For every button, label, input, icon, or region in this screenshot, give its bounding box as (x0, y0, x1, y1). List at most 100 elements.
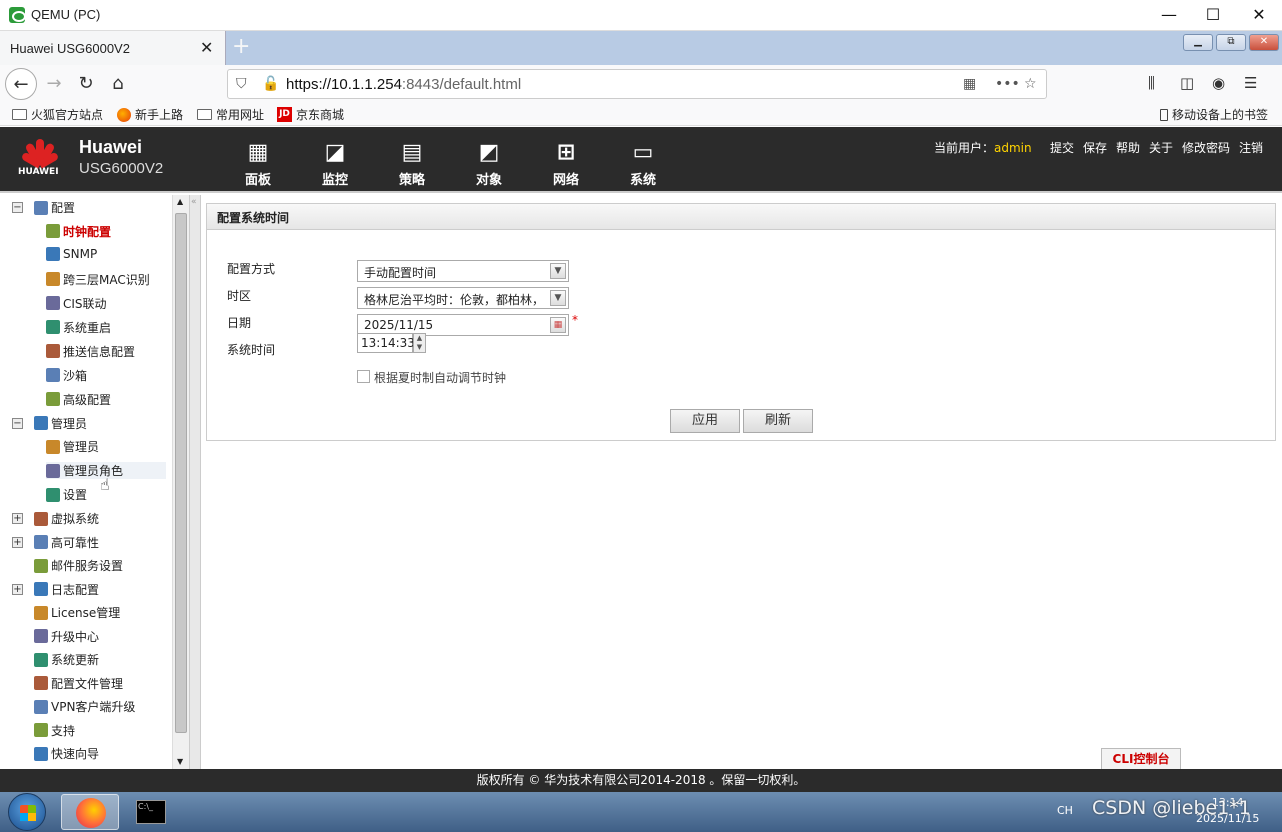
bookmark-jd[interactable]: JD 京东商城 (277, 106, 344, 123)
sidebar-item[interactable]: 快速向导 (12, 745, 99, 762)
inner-minimize-button[interactable]: ▁ (1183, 34, 1213, 51)
ime-indicator[interactable]: CH (1057, 804, 1073, 817)
scrollbar-thumb[interactable] (175, 213, 187, 733)
folder-icon (12, 109, 27, 120)
sidebar-scrollbar[interactable]: ▲ ▼ (172, 195, 189, 769)
panel-title: 配置系统时间 (207, 204, 1275, 230)
about-link[interactable]: 关于 (1149, 139, 1173, 156)
chevron-down-icon[interactable]: ▼ (550, 290, 566, 306)
menu-system[interactable]: ▭ 系统 (618, 141, 668, 189)
scroll-down-icon[interactable]: ▼ (177, 757, 183, 766)
reload-button[interactable]: ↻ (70, 68, 102, 100)
time-spinner[interactable]: ▲ ▼ (413, 333, 426, 353)
shield-icon[interactable]: ⛉ (236, 76, 247, 92)
sidebar-item[interactable]: SNMP (46, 246, 97, 261)
back-button[interactable]: ← (5, 68, 37, 100)
menu-object[interactable]: ◩ 对象 (464, 141, 514, 189)
chevron-down-icon[interactable]: ▼ (550, 263, 566, 279)
sidebar-item[interactable]: VPN客户端升级 (12, 698, 135, 715)
sidebar-item-label: 快速向导 (51, 747, 100, 761)
cli-console-button[interactable]: CLI控制台 (1101, 748, 1181, 769)
logout-link[interactable]: 注销 (1239, 139, 1263, 156)
account-icon[interactable]: ◉ (1212, 74, 1225, 92)
menu-network[interactable]: ⊞ 网络 (541, 141, 591, 189)
system-time-input[interactable]: 13:14:33 (357, 333, 415, 353)
bookmark-common-sites[interactable]: 常用网址 (197, 106, 264, 123)
expand-icon[interactable]: + (12, 536, 23, 548)
menu-policy[interactable]: ▤ 策略 (387, 141, 437, 189)
url-bar[interactable]: ⛉ 🔓 https://10.1.1.254:8443/default.html… (227, 69, 1047, 99)
sidebar-item[interactable]: 跨三层MAC识别 (46, 271, 150, 288)
sidebar-item[interactable]: + 高可靠性 (12, 534, 99, 551)
scroll-up-icon[interactable]: ▲ (177, 197, 183, 206)
taskbar-cmd[interactable]: C:\_ (124, 794, 182, 830)
forward-button[interactable]: → (38, 68, 70, 100)
sidebar-item[interactable]: 配置文件管理 (12, 675, 123, 692)
taskbar-firefox[interactable] (61, 794, 119, 830)
sidebar-item[interactable]: − 配置 (12, 199, 75, 216)
folder-icon (197, 109, 212, 120)
url-text[interactable]: https://10.1.1.254:8443/default.html (286, 76, 521, 93)
tree-node-icon (34, 629, 48, 643)
expand-icon[interactable]: + (12, 513, 23, 524)
qemu-app-icon (9, 7, 26, 23)
menu-monitor[interactable]: ◪ 监控 (310, 141, 360, 189)
bookmark-star-icon[interactable]: ☆ (1024, 76, 1037, 92)
mobile-bookmarks[interactable]: 移动设备上的书签 (1160, 106, 1268, 123)
tree-node-icon (46, 224, 60, 238)
help-link[interactable]: 帮助 (1116, 139, 1140, 156)
bookmark-firefox-site[interactable]: 火狐官方站点 (12, 106, 103, 123)
sidebar-splitter[interactable]: « (190, 195, 201, 769)
collapse-icon[interactable]: − (12, 417, 23, 429)
tab-huawei[interactable]: Huawei USG6000V2 ✕ (0, 31, 226, 65)
sidebar-item[interactable]: 系统重启 (46, 319, 111, 336)
tree-node-icon (46, 296, 60, 310)
sidebar-item[interactable]: 升级中心 (12, 628, 99, 645)
sidebar-item[interactable]: − 管理员 (12, 415, 87, 432)
sidebar-item[interactable]: 时钟配置 (46, 223, 111, 240)
sidebar-item[interactable]: + 日志配置 (12, 581, 99, 598)
apply-button[interactable]: 应用 (670, 409, 740, 433)
sidebar-icon[interactable]: ◫ (1180, 74, 1194, 92)
maximize-button[interactable]: ☐ (1190, 0, 1236, 31)
dst-checkbox[interactable] (357, 370, 370, 383)
menu-dashboard[interactable]: ▦ 面板 (233, 141, 283, 189)
sidebar-item[interactable]: CIS联动 (46, 295, 107, 312)
timezone-select[interactable]: 格林尼治平均时：伦敦，都柏林， ▼ (357, 287, 569, 309)
sidebar-item-label: 管理员 (51, 416, 88, 431)
new-tab-button[interactable]: + (232, 34, 250, 59)
sidebar-item[interactable]: 管理员 (46, 438, 99, 455)
menu-icon[interactable]: ☰ (1244, 74, 1257, 92)
tab-close-icon[interactable]: ✕ (200, 38, 213, 57)
inner-restore-button[interactable]: ⧉ (1216, 34, 1246, 51)
qr-code-icon[interactable]: ▦ (963, 76, 976, 92)
bookmark-getting-started[interactable]: 新手上路 (117, 106, 183, 123)
save-link[interactable]: 保存 (1083, 139, 1107, 156)
sidebar-item[interactable]: 推送信息配置 (46, 343, 135, 360)
sidebar-item[interactable]: 沙箱 (46, 367, 87, 384)
collapse-icon[interactable]: − (12, 202, 23, 213)
start-button[interactable] (8, 793, 46, 831)
minimize-button[interactable]: — (1146, 0, 1192, 31)
inner-close-button[interactable]: ✕ (1249, 34, 1279, 51)
sidebar-item[interactable]: 支持 (12, 722, 75, 739)
expand-icon[interactable]: + (12, 583, 23, 595)
sidebar-item[interactable]: 高级配置 (46, 391, 111, 408)
sidebar-item[interactable]: 设置 (46, 486, 87, 503)
mode-select[interactable]: 手动配置时间 ▼ (357, 260, 569, 282)
insecure-lock-icon[interactable]: 🔓 (262, 76, 279, 92)
collapse-sidebar-icon[interactable]: « (191, 197, 197, 207)
sidebar-item[interactable]: + 虚拟系统 (12, 510, 99, 527)
home-button[interactable]: ⌂ (102, 68, 134, 100)
library-icon[interactable]: ⫼ (1148, 74, 1155, 92)
page-actions-icon[interactable]: ••• (995, 76, 1020, 92)
refresh-button[interactable]: 刷新 (743, 409, 813, 433)
calendar-icon[interactable]: ▦ (550, 317, 566, 333)
close-button[interactable]: ✕ (1236, 0, 1282, 31)
tree-node-icon (34, 605, 48, 620)
sidebar-item[interactable]: 系统更新 (12, 651, 99, 668)
sidebar-item[interactable]: License管理 (12, 604, 120, 621)
change-password-link[interactable]: 修改密码 (1182, 139, 1230, 156)
sidebar-item[interactable]: 邮件服务设置 (12, 557, 123, 574)
commit-link[interactable]: 提交 (1050, 139, 1074, 156)
